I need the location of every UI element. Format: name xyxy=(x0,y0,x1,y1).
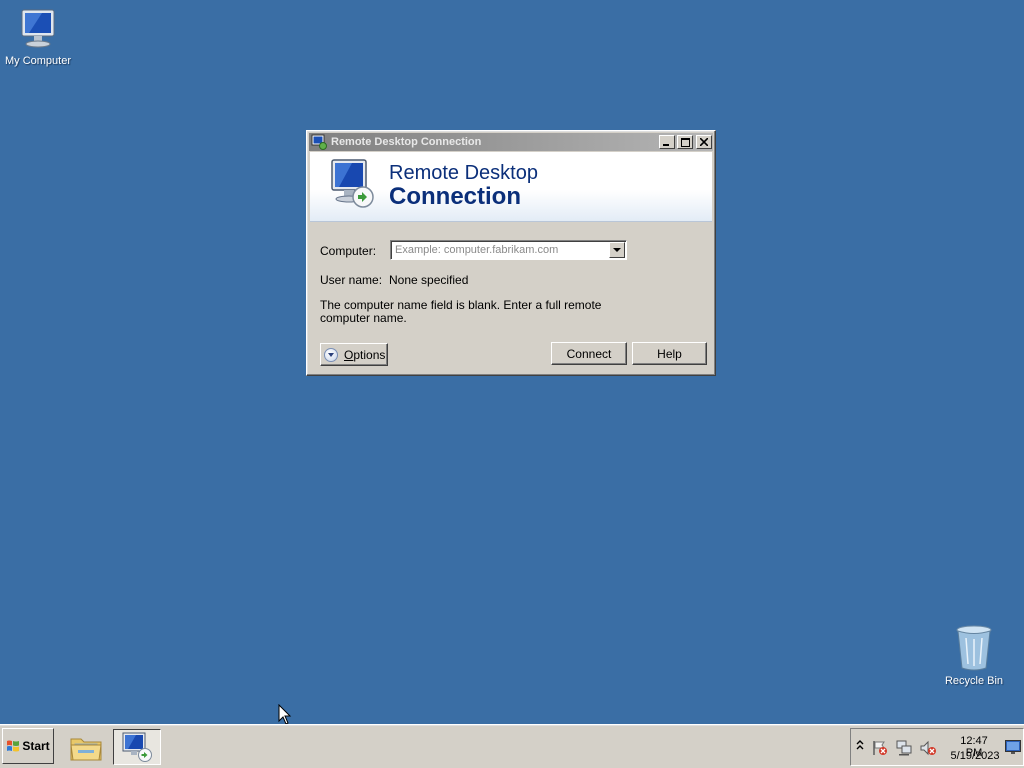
banner-title-line1: Remote Desktop xyxy=(389,162,538,184)
show-desktop-icon[interactable] xyxy=(1005,740,1021,754)
remote-desktop-icon xyxy=(311,134,327,150)
computer-icon xyxy=(21,9,55,48)
options-button[interactable]: Options xyxy=(320,343,388,366)
my-computer-label: My Computer xyxy=(4,55,72,67)
connect-button[interactable]: Connect xyxy=(551,342,627,365)
start-button[interactable]: Start xyxy=(2,728,54,764)
computer-label: Computer: xyxy=(320,244,377,258)
explorer-quicklaunch-button[interactable] xyxy=(64,729,108,765)
taskbar-remote-desktop-button[interactable] xyxy=(113,729,161,765)
close-icon xyxy=(700,138,708,146)
taskbar: Start 12:47 PM 5/19/2023 xyxy=(0,724,1024,768)
windows-flag-icon xyxy=(7,740,20,752)
system-tray: 12:47 PM 5/19/2023 xyxy=(850,728,1024,766)
options-label-mnemonic: O xyxy=(344,347,354,362)
username-label: User name: xyxy=(320,273,383,287)
options-label-rest: ptions xyxy=(353,347,386,362)
computer-dropdown-button[interactable] xyxy=(609,242,625,258)
expand-icon xyxy=(324,347,338,362)
help-button[interactable]: Help xyxy=(632,342,707,365)
recycle-bin-label: Recycle Bin xyxy=(944,675,1004,687)
action-center-flag-icon[interactable] xyxy=(871,739,889,757)
network-icon[interactable] xyxy=(895,739,913,757)
maximize-button[interactable] xyxy=(677,135,693,149)
my-computer-desktop-icon[interactable]: My Computer xyxy=(0,8,76,67)
remote-desktop-logo-icon xyxy=(331,159,374,208)
remote-desktop-dialog: Remote Desktop Connection Remote Desktop… xyxy=(306,130,716,376)
computer-combobox[interactable] xyxy=(390,240,627,260)
recycle-bin-desktop-icon[interactable]: Recycle Bin xyxy=(936,624,1012,687)
maximize-icon xyxy=(680,137,690,147)
folder-icon xyxy=(70,738,102,761)
computer-input[interactable] xyxy=(393,242,607,258)
dialog-banner: Remote Desktop Connection xyxy=(310,152,712,222)
recycle-bin-icon xyxy=(956,625,992,671)
blank-computer-hint: The computer name field is blank. Enter … xyxy=(320,298,602,325)
username-value: None specified xyxy=(389,273,469,287)
volume-muted-icon[interactable] xyxy=(919,739,937,757)
mouse-cursor-icon xyxy=(278,704,292,725)
start-label: Start xyxy=(22,739,50,753)
dialog-title: Remote Desktop Connection xyxy=(331,136,482,148)
chevron-down-icon xyxy=(613,248,621,252)
show-hidden-icons-button[interactable] xyxy=(856,739,864,754)
clock-date[interactable]: 5/19/2023 xyxy=(949,750,1001,762)
close-button[interactable] xyxy=(696,135,712,149)
remote-desktop-icon xyxy=(122,732,152,762)
chevron-up-icon xyxy=(856,740,864,750)
minimize-button[interactable] xyxy=(659,135,675,149)
dialog-titlebar[interactable]: Remote Desktop Connection xyxy=(309,133,713,151)
banner-title-line2: Connection xyxy=(389,183,521,210)
minimize-icon xyxy=(663,144,669,146)
